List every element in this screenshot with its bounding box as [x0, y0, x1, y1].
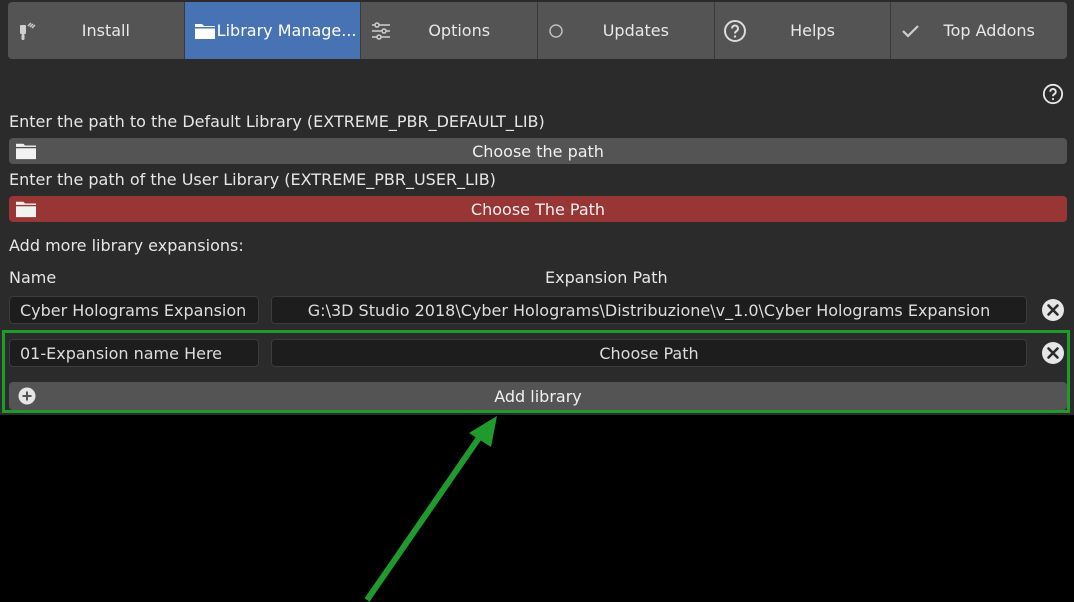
zipper-icon	[20, 21, 36, 40]
user-library-label: Enter the path of the User Library (EXTR…	[9, 170, 496, 189]
choose-expansion-path-button[interactable]: Choose Path	[271, 339, 1027, 367]
close-icon[interactable]	[1041, 298, 1065, 322]
tab-library-manager[interactable]: Library Manage...	[184, 2, 362, 59]
expansion-path-field[interactable]: G:\3D Studio 2018\Cyber Holograms\Distri…	[271, 296, 1027, 324]
button-label: Choose the path	[472, 141, 604, 161]
choose-default-path-button[interactable]: Choose the path	[9, 138, 1067, 164]
tab-updates[interactable]: Updates	[538, 2, 715, 59]
folder-icon	[16, 201, 36, 218]
tab-options[interactable]: Options	[361, 2, 539, 59]
folder-icon	[16, 143, 36, 160]
circle-icon	[549, 23, 563, 38]
column-header-path: Expansion Path	[545, 268, 668, 287]
tab-install[interactable]: Install	[8, 2, 185, 59]
tab-label: Updates	[602, 21, 669, 40]
tab-label: Helps	[790, 21, 835, 40]
close-icon[interactable]	[1041, 341, 1065, 365]
tab-label: Top Addons	[943, 21, 1035, 40]
choose-user-path-button[interactable]: Choose The Path	[9, 196, 1067, 222]
button-label: Add library	[494, 386, 582, 406]
plus-icon	[18, 387, 36, 405]
tab-top-addons[interactable]: Top Addons	[891, 2, 1067, 59]
expansions-heading: Add more library expansions:	[9, 236, 244, 255]
tab-bar: Install Library Manage... Options Update…	[8, 2, 1067, 59]
column-header-name: Name	[9, 268, 57, 287]
expansion-name-field[interactable]: 01-Expansion name Here	[9, 339, 259, 367]
checkmark-icon	[902, 24, 920, 38]
button-label: Choose The Path	[470, 199, 606, 219]
tab-label: Install	[81, 21, 130, 40]
tab-label: Options	[428, 21, 491, 40]
folder-icon	[194, 23, 215, 39]
add-library-button[interactable]: Add library	[9, 382, 1067, 410]
preferences-panel: Install Library Manage... Options Update…	[0, 0, 1074, 415]
expansion-name-field[interactable]: Cyber Holograms Expansion	[9, 296, 259, 324]
question-icon	[723, 19, 746, 42]
sliders-icon	[372, 21, 391, 40]
tab-helps[interactable]: Helps	[714, 2, 892, 59]
default-library-label: Enter the path to the Default Library (E…	[9, 112, 545, 131]
question-icon[interactable]	[1042, 83, 1064, 105]
